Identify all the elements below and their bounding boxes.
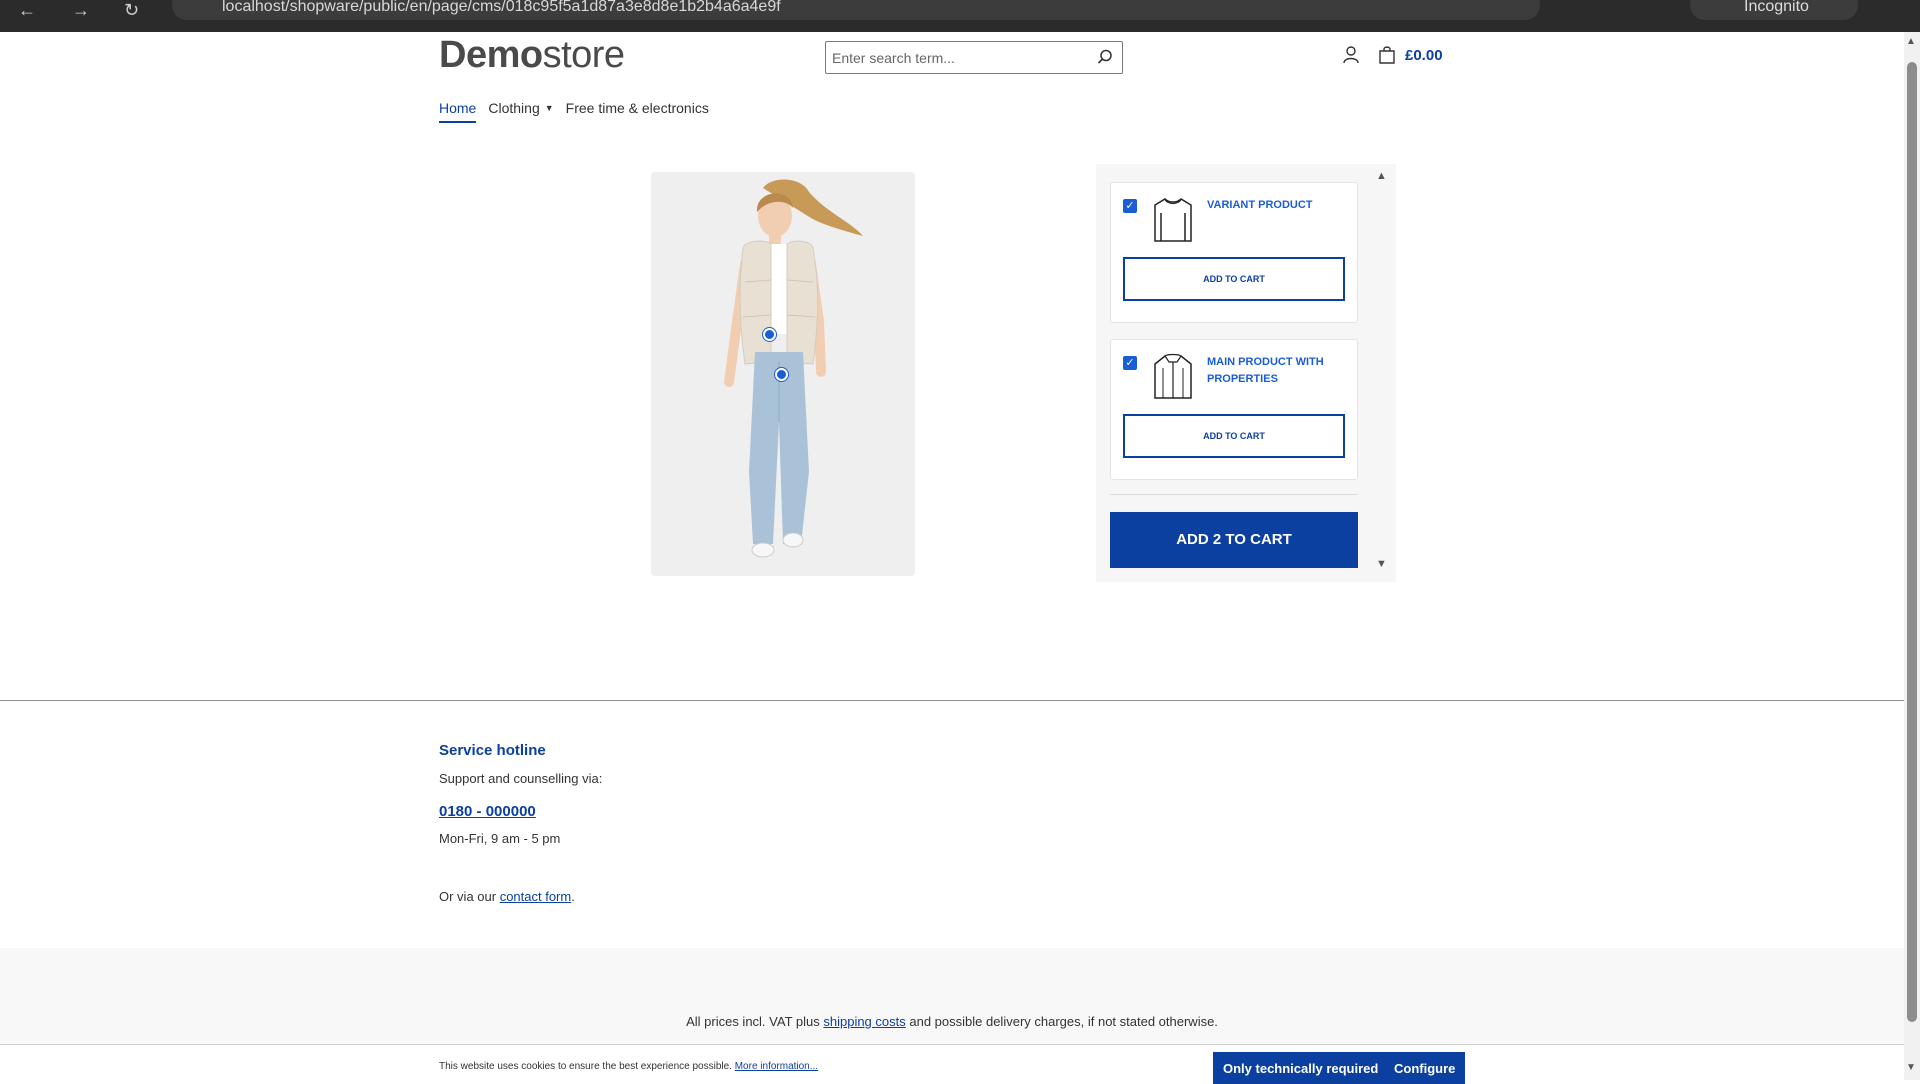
add-to-cart-button[interactable]: ADD TO CART (1123, 414, 1345, 458)
reload-icon[interactable]: ↻ (124, 0, 139, 21)
scroll-up-icon[interactable]: ▲ (1376, 170, 1387, 182)
contact-suffix: . (571, 889, 575, 904)
cookie-message: This website uses cookies to ensure the … (439, 1061, 735, 1072)
contact-form-link[interactable]: contact form (500, 889, 572, 904)
cookie-bar: This website uses cookies to ensure the … (0, 1044, 1904, 1084)
scroll-down-arrow-icon[interactable]: ▼ (1906, 1062, 1916, 1073)
search-box (825, 41, 1123, 74)
browser-toolbar: ← → ↻ localhost/shopware/public/en/page/… (0, 0, 1920, 32)
hotspot-marker[interactable] (775, 368, 788, 381)
add-to-cart-button[interactable]: ADD TO CART (1123, 257, 1345, 301)
service-hotline-title: Service hotline (439, 742, 546, 759)
address-url: localhost/shopware/public/en/page/cms/01… (222, 0, 781, 15)
contact-line: Or via our contact form. (439, 889, 575, 904)
cross-selling-item: ✓ VARIANT PRODUCT ADD TO CART (1110, 182, 1358, 323)
product-image (651, 172, 915, 576)
divider (1110, 494, 1358, 495)
vat-notice: All prices incl. VAT plus shipping costs… (0, 1014, 1904, 1029)
add-all-to-cart-button[interactable]: ADD 2 TO CART (1110, 512, 1358, 568)
vat-suffix: and possible delivery charges, if not st… (905, 1014, 1218, 1029)
logo-bold-text: Demo (439, 34, 543, 76)
jacket-icon (1154, 353, 1192, 399)
search-icon[interactable] (1096, 48, 1114, 66)
main-navigation: Home Clothing ▼ Free time & electronics (439, 100, 709, 123)
hotspot-marker[interactable] (763, 328, 776, 341)
product-name[interactable]: MAIN PRODUCT WITH PROPERTIES (1207, 354, 1347, 388)
service-hotline-description: Support and counselling via: (439, 771, 603, 786)
forward-icon[interactable]: → (72, 0, 90, 21)
select-checkbox[interactable]: ✓ (1123, 199, 1137, 213)
search-input[interactable] (832, 48, 1082, 68)
back-icon[interactable]: ← (18, 0, 36, 21)
cookie-text: This website uses cookies to ensure the … (439, 1061, 818, 1072)
contact-prefix: Or via our (439, 889, 500, 904)
shipping-costs-link[interactable]: shipping costs (823, 1014, 905, 1029)
scrollbar-thumb[interactable] (1907, 62, 1917, 1022)
more-information-link[interactable]: More information... (735, 1061, 818, 1072)
cross-selling-panel: ▲ ✓ VARIANT PRODUCT ADD TO CART ✓ MAIN P… (1096, 164, 1396, 582)
address-bar[interactable]: localhost/shopware/public/en/page/cms/01… (172, 0, 1540, 20)
logo-light-text: store (542, 34, 625, 76)
scroll-down-icon[interactable]: ▼ (1376, 558, 1387, 570)
caret-down-icon: ▼ (544, 103, 554, 113)
hotline-hours: Mon-Fri, 9 am - 5 pm (439, 831, 561, 846)
product-name[interactable]: VARIANT PRODUCT (1207, 197, 1347, 214)
account-icon[interactable] (1342, 45, 1360, 65)
vat-prefix: All prices incl. VAT plus (686, 1014, 824, 1029)
cross-selling-item: ✓ MAIN PRODUCT WITH PROPERTIES ADD TO CA… (1110, 339, 1358, 480)
incognito-badge: Incognito (1690, 0, 1858, 20)
nav-item-home[interactable]: Home (439, 100, 477, 123)
nav-item-clothing[interactable]: Clothing ▼ (488, 100, 553, 123)
page-scrollbar[interactable]: ▲ ▼ (1904, 32, 1920, 1080)
footer-bottom: All prices incl. VAT plus shipping costs… (0, 948, 1904, 1044)
nav-item-free-time[interactable]: Free time & electronics (566, 100, 709, 123)
cart-total[interactable]: £0.00 (1405, 47, 1443, 64)
footer-divider (0, 700, 1904, 701)
configure-button[interactable]: Configure (1384, 1052, 1466, 1084)
store-logo[interactable]: Demostore (439, 34, 625, 77)
nav-item-label: Clothing (488, 100, 540, 116)
select-checkbox[interactable]: ✓ (1123, 356, 1137, 370)
hotline-phone-link[interactable]: 0180 - 000000 (439, 803, 536, 820)
only-required-button[interactable]: Only technically required (1213, 1052, 1389, 1084)
sweater-icon (1154, 198, 1192, 242)
cart-icon[interactable] (1378, 45, 1396, 65)
scroll-up-arrow-icon[interactable]: ▲ (1906, 36, 1916, 47)
